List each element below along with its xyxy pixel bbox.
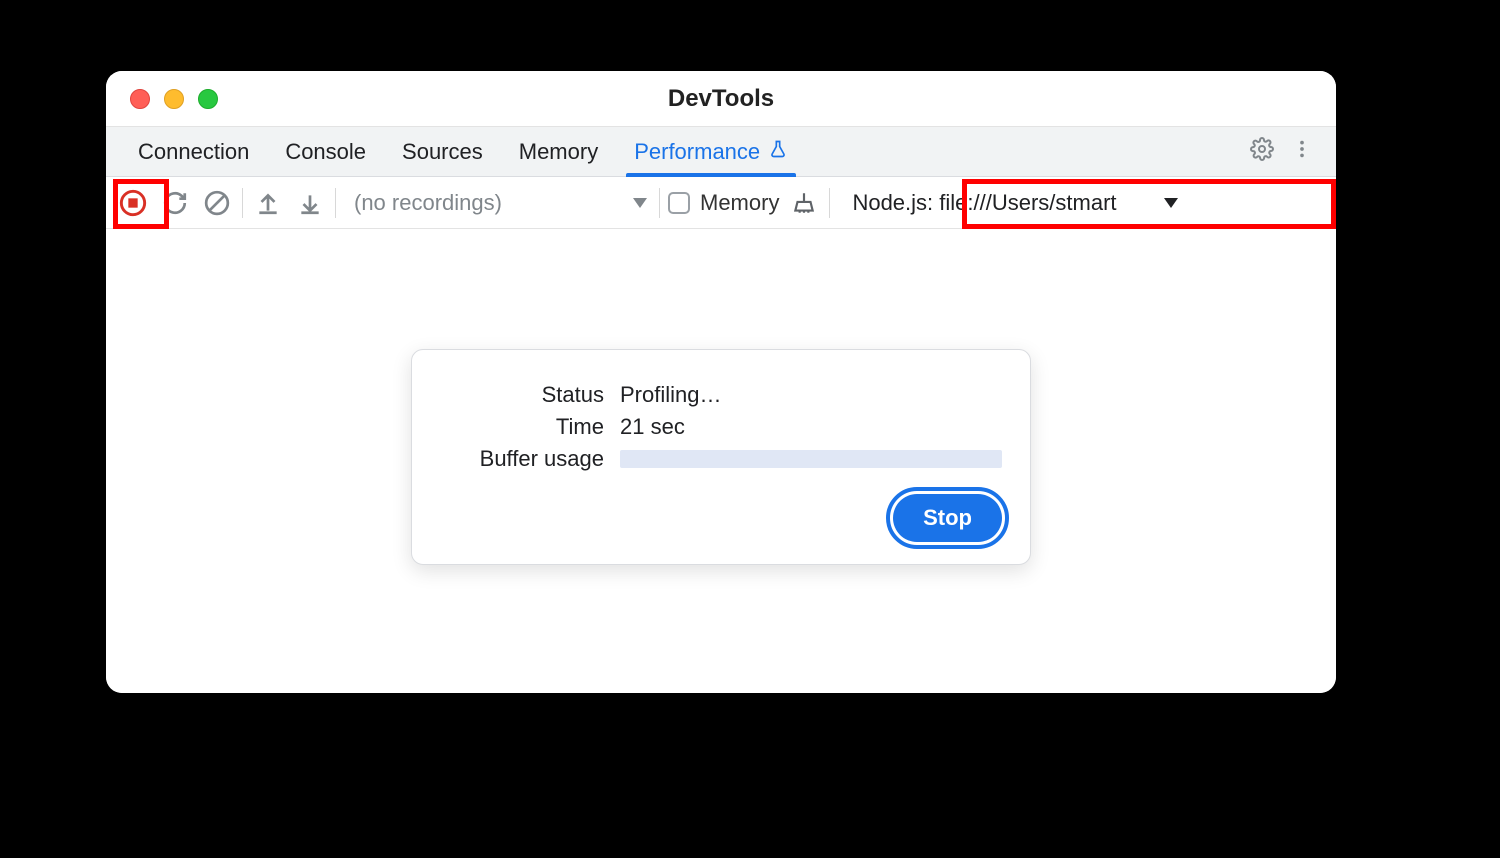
time-value: 21 sec	[620, 414, 685, 440]
upload-icon	[255, 190, 281, 216]
performance-main: Status Profiling… Time 21 sec Buffer usa…	[106, 229, 1336, 693]
tab-console[interactable]: Console	[267, 127, 384, 176]
settings-button[interactable]	[1242, 127, 1282, 176]
clear-icon	[204, 190, 230, 216]
download-icon	[297, 190, 323, 216]
target-selected-value: Node.js: file:///Users/stmart	[852, 190, 1116, 216]
performance-toolbar-wrap: (no recordings) Memory Node.js: file:///…	[106, 177, 1336, 229]
tab-connection[interactable]: Connection	[120, 127, 267, 176]
tab-label: Sources	[402, 139, 483, 165]
buffer-label: Buffer usage	[440, 446, 620, 472]
zoom-window-button[interactable]	[198, 89, 218, 109]
broom-icon	[791, 190, 817, 216]
stop-profiling-button[interactable]: Stop	[893, 494, 1002, 542]
tab-label: Console	[285, 139, 366, 165]
tab-label: Performance	[634, 139, 760, 165]
record-button[interactable]	[112, 182, 154, 224]
collect-garbage-button[interactable]	[783, 182, 825, 224]
download-profile-button[interactable]	[289, 182, 331, 224]
buffer-usage-bar	[620, 450, 1002, 468]
tab-label: Connection	[138, 139, 249, 165]
status-label: Status	[440, 382, 620, 408]
recordings-selector[interactable]: (no recordings)	[340, 190, 655, 216]
toolbar-separator	[659, 188, 660, 218]
window-traffic-lights	[106, 89, 218, 109]
toolbar-separator	[829, 188, 830, 218]
checkbox-icon	[668, 192, 690, 214]
window-titlebar: DevTools	[106, 71, 1336, 127]
record-stop-icon	[119, 189, 147, 217]
gear-icon	[1250, 137, 1274, 166]
upload-profile-button[interactable]	[247, 182, 289, 224]
memory-label: Memory	[700, 190, 779, 216]
chevron-down-icon	[633, 198, 647, 208]
panel-tabs: Connection Console Sources Memory Perfor…	[106, 127, 1336, 177]
window-title: DevTools	[106, 85, 1336, 113]
chevron-down-icon	[1164, 198, 1178, 208]
minimize-window-button[interactable]	[164, 89, 184, 109]
toolbar-separator	[242, 188, 243, 218]
memory-checkbox[interactable]: Memory	[664, 190, 783, 216]
toolbar-separator	[335, 188, 336, 218]
flask-icon	[768, 139, 788, 165]
tab-memory[interactable]: Memory	[501, 127, 616, 176]
tab-sources[interactable]: Sources	[384, 127, 501, 176]
tab-label: Memory	[519, 139, 598, 165]
reload-button[interactable]	[154, 182, 196, 224]
clear-button[interactable]	[196, 182, 238, 224]
status-value: Profiling…	[620, 382, 721, 408]
close-window-button[interactable]	[130, 89, 150, 109]
devtools-window: DevTools Connection Console Sources Memo…	[106, 71, 1336, 693]
performance-toolbar: (no recordings) Memory Node.js: file:///…	[106, 177, 1336, 229]
reload-icon	[162, 190, 188, 216]
profiling-status-dialog: Status Profiling… Time 21 sec Buffer usa…	[411, 349, 1031, 565]
tab-performance[interactable]: Performance	[616, 127, 806, 176]
recordings-placeholder: (no recordings)	[354, 190, 502, 216]
kebab-icon	[1291, 138, 1313, 165]
target-selector[interactable]: Node.js: file:///Users/stmart	[840, 183, 1190, 223]
more-menu-button[interactable]	[1282, 127, 1322, 176]
time-label: Time	[440, 414, 620, 440]
